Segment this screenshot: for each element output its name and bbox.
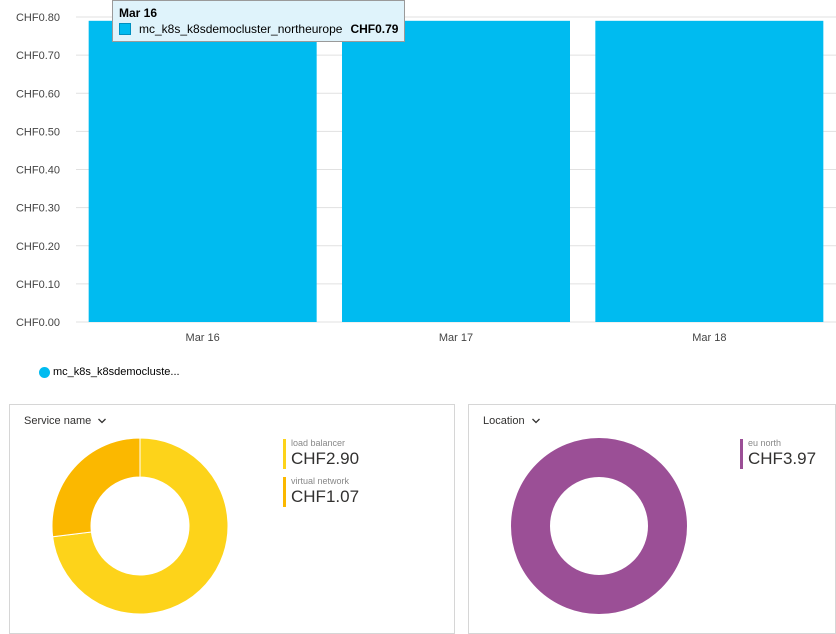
location-panel: Location eu north CHF3.97 xyxy=(468,404,836,634)
bar-mar-18[interactable] xyxy=(595,20,824,322)
service-legend-item: virtual network CHF1.07 xyxy=(283,476,359,508)
service-legend-swatch xyxy=(283,477,286,507)
chart-legend-item[interactable]: mc_k8s_k8sdemocluste... xyxy=(39,366,180,378)
y-tick-label: CHF0.30 xyxy=(16,203,60,215)
bar-mar-16[interactable] xyxy=(88,20,317,322)
tooltip-value: CHF0.79 xyxy=(350,22,399,36)
location-legend-swatch xyxy=(740,439,743,469)
y-tick-label: CHF0.00 xyxy=(16,317,60,329)
location-donut-chart xyxy=(511,438,687,614)
x-tick-label: Mar 16 xyxy=(186,332,220,344)
bars xyxy=(88,20,824,322)
location-donut-legend: eu north CHF3.97 xyxy=(740,438,816,476)
x-tick-label: Mar 18 xyxy=(692,332,726,344)
service-legend-value: CHF2.90 xyxy=(291,449,360,468)
location-legend-label: eu north xyxy=(748,438,782,448)
y-tick-label: CHF0.50 xyxy=(16,126,60,138)
y-axis-ticks: CHF0.00 CHF0.10 CHF0.20 CHF0.30 CHF0.40 CHF0.… xyxy=(16,12,60,329)
service-legend-label: load balancer xyxy=(291,438,346,448)
y-tick-label: CHF0.70 xyxy=(16,50,60,62)
location-dropdown[interactable]: Location xyxy=(483,415,540,427)
chart-tooltip: Mar 16 mc_k8s_k8sdemocluster_northeurope… xyxy=(112,0,405,42)
legend-dot-icon xyxy=(39,366,50,378)
daily-cost-bar-chart: CHF0.00 CHF0.10 CHF0.20 CHF0.30 CHF0.40 CHF0.… xyxy=(16,12,836,344)
legend-label: mc_k8s_k8sdemocluste... xyxy=(53,366,180,378)
service-donut-legend: load balancer CHF2.90 virtual network CH… xyxy=(283,438,359,514)
location-legend-item: eu north CHF3.97 xyxy=(740,438,816,470)
y-tick-label: CHF0.80 xyxy=(16,12,60,24)
service-legend-item: load balancer CHF2.90 xyxy=(283,438,359,470)
chevron-down-icon xyxy=(98,418,107,424)
y-tick-label: CHF0.20 xyxy=(16,241,60,253)
service-donut-chart xyxy=(51,437,229,615)
tooltip-date: Mar 16 xyxy=(119,6,158,20)
donut-slice-virtual-network[interactable] xyxy=(51,437,141,538)
tooltip-series-name: mc_k8s_k8sdemocluster_northeurope xyxy=(139,22,343,36)
service-name-panel: Service name load balancer CHF2.90 virtu… xyxy=(9,404,455,634)
y-tick-label: CHF0.10 xyxy=(16,279,60,291)
service-name-dropdown[interactable]: Service name xyxy=(24,415,107,427)
location-legend-value: CHF3.97 xyxy=(748,449,817,468)
bar-mar-17[interactable] xyxy=(342,20,570,322)
tooltip-row: mc_k8s_k8sdemocluster_northeurope CHF0.7… xyxy=(119,22,398,36)
x-tick-label: Mar 17 xyxy=(439,332,473,344)
service-name-title: Service name xyxy=(24,415,92,427)
y-tick-label: CHF0.60 xyxy=(16,88,60,100)
tooltip-series-swatch xyxy=(119,23,131,35)
donut-slice-eu-north[interactable] xyxy=(511,438,687,614)
y-tick-label: CHF0.40 xyxy=(16,165,60,177)
service-legend-value: CHF1.07 xyxy=(291,487,360,506)
chevron-down-icon xyxy=(531,418,540,424)
x-axis-ticks: Mar 16 Mar 17 Mar 18 xyxy=(186,332,727,344)
service-legend-swatch xyxy=(283,439,286,469)
location-title: Location xyxy=(483,415,525,427)
service-legend-label: virtual network xyxy=(291,476,350,486)
